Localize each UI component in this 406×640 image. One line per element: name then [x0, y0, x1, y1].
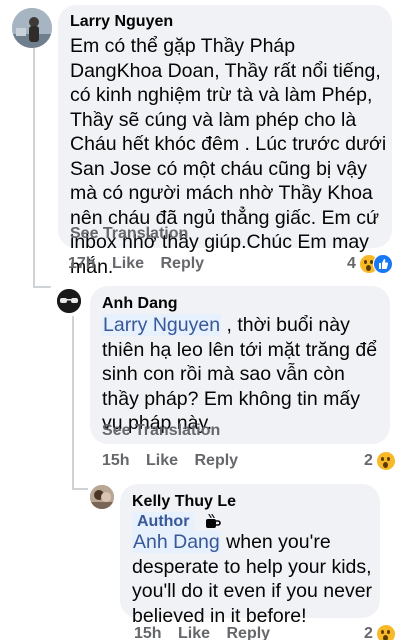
comment-actions: 15h Like Reply: [102, 452, 238, 470]
person-photo-icon: [90, 485, 114, 509]
comment-actions: 15h Like Reply: [134, 625, 270, 640]
avatar-larry[interactable]: [12, 8, 52, 48]
comment-bubble-anh-dang: Anh Dang Larry Nguyen , thời buổi này th…: [90, 286, 390, 444]
reply-button[interactable]: Reply: [227, 625, 271, 640]
reaction-count: 2: [364, 625, 373, 640]
author-badge: Author: [132, 512, 195, 532]
comment-bubble-larry: Larry Nguyen Em có thể gặp Thầy Pháp Dan…: [58, 5, 392, 278]
mention-link[interactable]: Larry Nguyen: [102, 314, 222, 336]
wow-icon: [375, 624, 396, 640]
sunglasses-icon: [57, 289, 81, 313]
reactions-summary[interactable]: 4: [347, 254, 393, 274]
thread-line-reply-curve: [72, 488, 88, 490]
comment-author-name[interactable]: Kelly Thuy Le: [132, 493, 236, 511]
comment-time[interactable]: 15h: [102, 452, 130, 469]
wow-icon: [375, 451, 396, 471]
like-button[interactable]: Like: [178, 625, 210, 640]
reaction-count: 2: [364, 452, 373, 469]
see-translation-link[interactable]: See Translation: [102, 422, 220, 440]
reactions-summary[interactable]: 2: [364, 451, 396, 471]
comment-author-name[interactable]: Larry Nguyen: [70, 13, 173, 31]
coffee-cup-icon: [206, 513, 221, 528]
reply-button[interactable]: Reply: [161, 255, 205, 272]
see-translation-link[interactable]: See Translation: [70, 225, 188, 243]
reactions-summary[interactable]: 2: [364, 624, 396, 640]
reply-button[interactable]: Reply: [195, 452, 239, 469]
avatar-kelly[interactable]: [90, 485, 114, 509]
comment-time[interactable]: 15h: [134, 625, 162, 640]
like-button[interactable]: Like: [146, 452, 178, 469]
comment-text: Larry Nguyen , thời buổi này thiên hạ le…: [102, 313, 384, 436]
comment-actions: 17h Like Reply: [68, 255, 204, 273]
thread-line-reply: [72, 316, 74, 490]
thread-line-curve: [33, 286, 51, 288]
like-button[interactable]: Like: [112, 255, 144, 272]
avatar-anh-dang[interactable]: [57, 289, 81, 313]
comment-thread: Larry Nguyen Em có thể gặp Thầy Pháp Dan…: [0, 0, 406, 640]
reaction-count: 4: [347, 255, 356, 272]
mention-link[interactable]: Anh Dang: [132, 531, 221, 553]
like-icon: [372, 254, 393, 274]
comment-time[interactable]: 17h: [68, 255, 96, 272]
comment-text: Anh Dang when you're desperate to help y…: [132, 530, 376, 628]
comment-author-name[interactable]: Anh Dang: [102, 295, 178, 313]
person-photo-icon: [12, 8, 52, 48]
thread-line-main: [33, 48, 35, 288]
comment-bubble-kelly: Kelly Thuy Le Author Anh Dang when you'r…: [120, 484, 380, 627]
